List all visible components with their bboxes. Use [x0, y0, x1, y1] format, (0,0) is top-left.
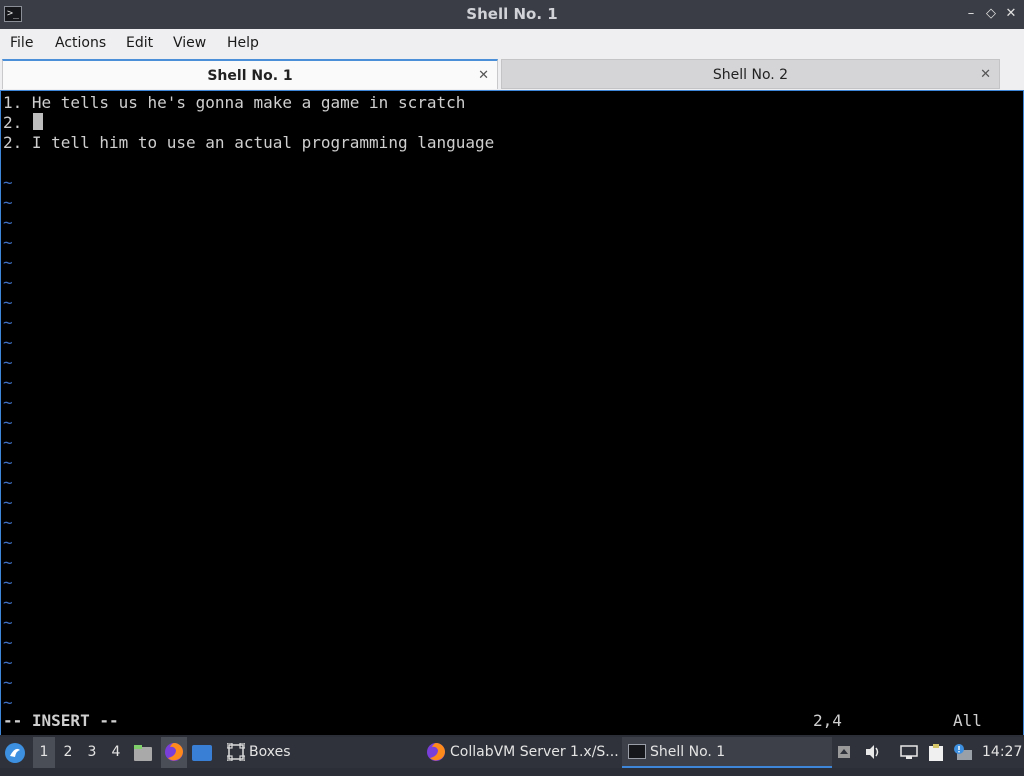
workspace-4[interactable]: 4	[105, 737, 127, 768]
firefox-icon	[165, 743, 183, 761]
tab-label: Shell No. 2	[712, 67, 789, 83]
empty-line-tilde: ~	[3, 213, 13, 232]
workspace-2[interactable]: 2	[57, 737, 79, 768]
empty-line-tilde: ~	[3, 373, 13, 392]
empty-line-tilde: ~	[3, 513, 13, 532]
empty-line-tilde: ~	[3, 673, 13, 692]
menu-file[interactable]: File	[10, 29, 33, 57]
empty-line-tilde: ~	[3, 593, 13, 612]
task-collabvm-firefox[interactable]: CollabVM Server 1.x/S...	[424, 737, 620, 768]
workspace-1[interactable]: 1	[33, 737, 55, 768]
show-desktop-button[interactable]	[192, 737, 214, 768]
network-icon[interactable]	[900, 744, 918, 760]
menu-help[interactable]: Help	[227, 29, 259, 57]
update-notifier-icon[interactable]	[953, 744, 972, 760]
clock[interactable]: 14:27	[982, 737, 1022, 768]
empty-line-tilde: ~	[3, 193, 13, 212]
window-titlebar: >_ Shell No. 1 – ◇ ✕	[0, 0, 1024, 29]
empty-line-tilde: ~	[3, 553, 13, 572]
empty-line-tilde: ~	[3, 233, 13, 252]
window-title: Shell No. 1	[466, 5, 558, 23]
empty-line-tilde: ~	[3, 473, 13, 492]
firefox-icon	[427, 743, 445, 761]
menu-bar: File Actions Edit View Help	[0, 29, 1024, 58]
text-cursor	[33, 113, 43, 130]
tab-shell-1[interactable]: Shell No. 1 ✕	[2, 59, 498, 89]
file-manager-launcher[interactable]	[133, 737, 155, 768]
menu-view[interactable]: View	[173, 29, 206, 57]
empty-line-tilde: ~	[3, 613, 13, 632]
close-tab-icon[interactable]: ✕	[980, 60, 991, 90]
clipboard-icon[interactable]	[927, 744, 943, 761]
restore-button[interactable]: ◇	[983, 6, 999, 22]
tab-bar: Shell No. 1 ✕ Shell No. 2 ✕	[0, 57, 1024, 90]
terminal-area[interactable]: 1. He tells us he's gonna make a game in…	[0, 90, 1024, 735]
volume-icon[interactable]	[864, 744, 880, 760]
firefox-launcher[interactable]	[161, 737, 187, 768]
empty-line-tilde: ~	[3, 693, 13, 712]
menu-edit[interactable]: Edit	[126, 29, 153, 57]
tab-label: Shell No. 1	[207, 68, 293, 84]
empty-line-tilde: ~	[3, 273, 13, 292]
taskbar: 1 2 3 4 Boxes CollabVM Server 1.x/S... S…	[0, 737, 1024, 768]
close-window-button[interactable]: ✕	[1003, 6, 1019, 22]
terminal-icon	[628, 744, 646, 759]
tab-shell-2[interactable]: Shell No. 2 ✕	[501, 59, 1000, 89]
workspace-3[interactable]: 3	[81, 737, 103, 768]
empty-line-tilde: ~	[3, 313, 13, 332]
terminal-line: 1. He tells us he's gonna make a game in…	[3, 93, 466, 112]
empty-line-tilde: ~	[3, 633, 13, 652]
empty-line-tilde: ~	[3, 393, 13, 412]
empty-line-tilde: ~	[3, 433, 13, 452]
empty-line-tilde: ~	[3, 533, 13, 552]
empty-line-tilde: ~	[3, 253, 13, 272]
empty-line-tilde: ~	[3, 493, 13, 512]
empty-line-tilde: ~	[3, 333, 13, 352]
cursor-position: 2,4	[813, 711, 842, 730]
empty-line-tilde: ~	[3, 653, 13, 672]
lubuntu-logo-icon	[5, 743, 25, 763]
empty-line-tilde: ~	[3, 353, 13, 372]
scroll-indicator: All	[953, 711, 982, 730]
task-label: Boxes	[249, 744, 291, 760]
task-shell[interactable]: Shell No. 1	[622, 737, 832, 768]
empty-line-tilde: ~	[3, 573, 13, 592]
close-tab-icon[interactable]: ✕	[478, 61, 489, 91]
terminal-line: 2. I tell him to use an actual programmi…	[3, 133, 495, 152]
empty-line-tilde: ~	[3, 173, 13, 192]
task-label: Shell No. 1	[650, 744, 726, 760]
boxes-icon	[227, 743, 245, 761]
empty-line-tilde: ~	[3, 413, 13, 432]
minimize-button[interactable]: –	[963, 6, 979, 22]
desktop-icon	[192, 745, 212, 761]
tray-arrow-icon[interactable]	[836, 744, 852, 760]
task-boxes[interactable]: Boxes	[225, 737, 295, 768]
folder-icon	[134, 745, 152, 761]
terminal-line: 2.	[3, 113, 32, 132]
empty-line-tilde: ~	[3, 453, 13, 472]
empty-line-tilde: ~	[3, 293, 13, 312]
vim-mode-indicator: -- INSERT --	[3, 711, 119, 730]
start-menu-button[interactable]	[4, 737, 28, 768]
menu-actions[interactable]: Actions	[55, 29, 106, 57]
task-label: CollabVM Server 1.x/S...	[450, 744, 619, 760]
